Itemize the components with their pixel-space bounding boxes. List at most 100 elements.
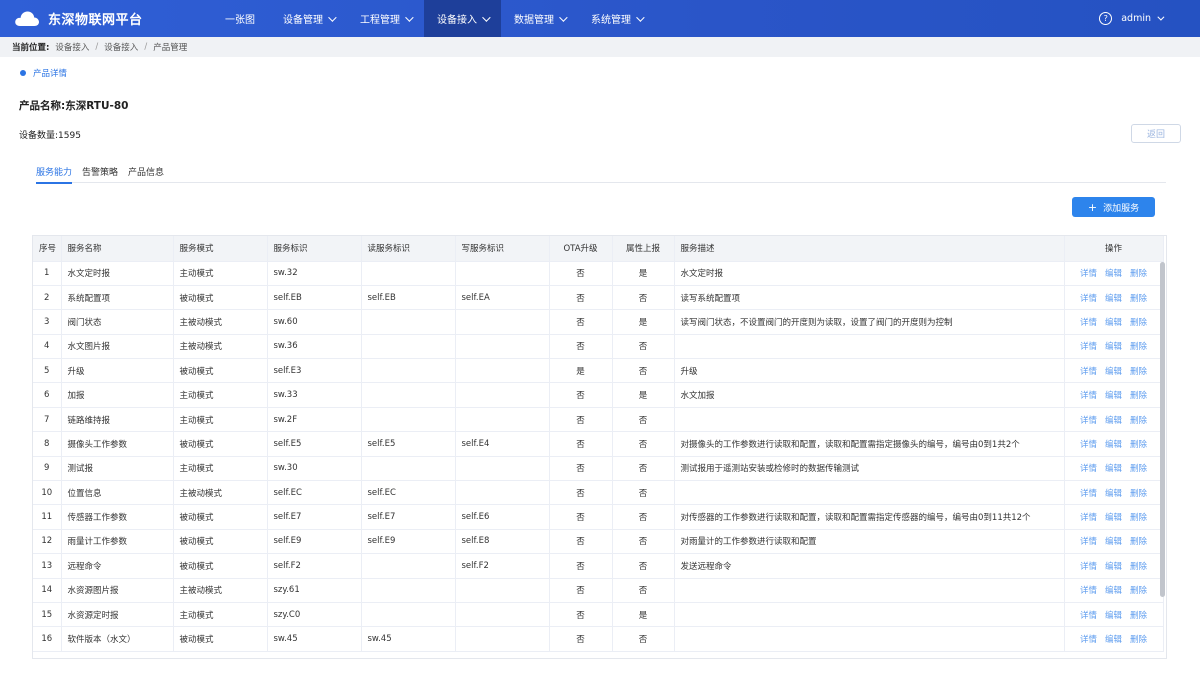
nav-item-5[interactable]: 系统管理 bbox=[578, 0, 655, 37]
edit-link[interactable]: 编辑 bbox=[1105, 292, 1122, 304]
table-cell: self.E4 bbox=[455, 431, 550, 457]
edit-link[interactable]: 编辑 bbox=[1105, 438, 1122, 450]
edit-link[interactable]: 编辑 bbox=[1105, 340, 1122, 352]
edit-link[interactable]: 编辑 bbox=[1105, 267, 1122, 279]
delete-link[interactable]: 删除 bbox=[1130, 389, 1147, 401]
detail-link[interactable]: 详情 bbox=[1080, 560, 1097, 572]
back-button[interactable]: 返回 bbox=[1131, 124, 1181, 143]
detail-link[interactable]: 详情 bbox=[1080, 609, 1097, 621]
table-cell: 升级 bbox=[61, 358, 174, 384]
detail-link[interactable]: 详情 bbox=[1080, 584, 1097, 596]
edit-link[interactable]: 编辑 bbox=[1105, 609, 1122, 621]
detail-link[interactable]: 详情 bbox=[1080, 340, 1097, 352]
table-cell: 水文图片报 bbox=[61, 334, 174, 360]
nav-item-3[interactable]: 设备接入 bbox=[424, 0, 501, 37]
delete-link[interactable]: 删除 bbox=[1130, 487, 1147, 499]
delete-link[interactable]: 删除 bbox=[1130, 633, 1147, 645]
delete-link[interactable]: 删除 bbox=[1130, 340, 1147, 352]
help-icon[interactable]: ? bbox=[1099, 12, 1113, 25]
detail-link[interactable]: 详情 bbox=[1080, 267, 1097, 279]
delete-link[interactable]: 删除 bbox=[1130, 560, 1147, 572]
table-cell: 否 bbox=[549, 626, 613, 652]
delete-link[interactable]: 删除 bbox=[1130, 462, 1147, 474]
table-cell: 被动模式 bbox=[173, 285, 268, 311]
edit-link[interactable]: 编辑 bbox=[1105, 414, 1122, 426]
edit-link[interactable]: 编辑 bbox=[1105, 584, 1122, 596]
table-cell: 11 bbox=[33, 504, 62, 530]
table-cell: 否 bbox=[549, 553, 613, 579]
detail-link[interactable]: 详情 bbox=[1080, 389, 1097, 401]
edit-link[interactable]: 编辑 bbox=[1105, 389, 1122, 401]
edit-link[interactable]: 编辑 bbox=[1105, 535, 1122, 547]
edit-link[interactable]: 编辑 bbox=[1105, 511, 1122, 523]
row-actions: 详情 编辑 删除 bbox=[1071, 316, 1157, 328]
detail-link[interactable]: 详情 bbox=[1080, 316, 1097, 328]
top-nav-bar: 东深物联网平台 一张图 设备管理 工程管理 设备接入 数据管理 系统管理 ? admin bbox=[0, 0, 1200, 37]
edit-link[interactable]: 编辑 bbox=[1105, 462, 1122, 474]
detail-link[interactable]: 详情 bbox=[1080, 292, 1097, 304]
delete-link[interactable]: 删除 bbox=[1130, 438, 1147, 450]
tab-2[interactable]: 产品信息 bbox=[128, 160, 164, 183]
username[interactable]: admin bbox=[1121, 13, 1151, 24]
delete-link[interactable]: 删除 bbox=[1130, 511, 1147, 523]
edit-link[interactable]: 编辑 bbox=[1105, 633, 1122, 645]
table-cell: 14 bbox=[33, 578, 62, 603]
delete-link[interactable]: 删除 bbox=[1130, 609, 1147, 621]
vertical-scrollbar[interactable] bbox=[1160, 262, 1165, 597]
delete-link[interactable]: 删除 bbox=[1130, 316, 1147, 328]
user-area[interactable]: ? admin bbox=[1099, 12, 1200, 25]
table-cell: 传感器工作参数 bbox=[61, 504, 174, 530]
delete-link[interactable]: 删除 bbox=[1130, 535, 1147, 547]
table-cell: 否 bbox=[612, 529, 675, 555]
delete-link[interactable]: 删除 bbox=[1130, 267, 1147, 279]
table-cell: 读写阀门状态，不设置阀门的开度则为读取，设置了阀门的开度则为控制 bbox=[674, 309, 1065, 335]
actions-cell: 详情 编辑 删除 bbox=[1064, 285, 1164, 311]
table-cell: 对摄像头的工作参数进行读取和配置，读取和配置需指定摄像头的编号，编号由0到1共2… bbox=[674, 431, 1065, 457]
row-actions: 详情 编辑 删除 bbox=[1071, 292, 1157, 304]
table-cell: sw.36 bbox=[267, 334, 362, 360]
breadcrumb-item[interactable]: 设备接入 bbox=[55, 41, 89, 53]
detail-link[interactable]: 详情 bbox=[1080, 414, 1097, 426]
tab-0[interactable]: 服务能力 bbox=[36, 160, 73, 184]
nav-item-2[interactable]: 工程管理 bbox=[347, 0, 424, 37]
detail-link[interactable]: 详情 bbox=[1080, 438, 1097, 450]
brand[interactable]: 东深物联网平台 bbox=[0, 9, 210, 28]
detail-link[interactable]: 详情 bbox=[1080, 535, 1097, 547]
breadcrumb-item[interactable]: 设备接入 bbox=[104, 41, 138, 53]
detail-link[interactable]: 详情 bbox=[1080, 487, 1097, 499]
delete-link[interactable]: 删除 bbox=[1130, 292, 1147, 304]
app-name: 东深物联网平台 bbox=[48, 13, 143, 28]
detail-link[interactable]: 详情 bbox=[1080, 462, 1097, 474]
detail-link[interactable]: 详情 bbox=[1080, 633, 1097, 645]
delete-link[interactable]: 删除 bbox=[1130, 414, 1147, 426]
edit-link[interactable]: 编辑 bbox=[1105, 365, 1122, 377]
nav-item-1[interactable]: 设备管理 bbox=[270, 0, 347, 37]
table-cell bbox=[361, 602, 456, 628]
table-cell bbox=[361, 553, 456, 579]
table-row: 9 测试报 主动模式 sw.30 否否测试报用于遥测站安装或检修时的数据传输测试 详情 编辑… bbox=[33, 456, 1164, 482]
table-cell: 13 bbox=[33, 553, 62, 579]
breadcrumb-separator: / bbox=[95, 42, 99, 52]
breadcrumb-item[interactable]: 产品管理 bbox=[153, 41, 187, 53]
nav-item-0[interactable]: 一张图 bbox=[210, 0, 270, 37]
row-actions: 详情 编辑 删除 bbox=[1071, 438, 1157, 450]
delete-link[interactable]: 删除 bbox=[1130, 365, 1147, 377]
column-header: 读服务标识 bbox=[361, 236, 456, 262]
service-table[interactable]: 序号 服务名称 服务模式 服务标识 读服务标识 写服务标识 OTA升级 属性上报 服务描述 操作 … bbox=[32, 235, 1167, 659]
add-service-button[interactable]: + 添加服务 bbox=[1072, 197, 1155, 217]
table-row: 15 水资源定时报 主动模式 szy.C0 否是 详情 编辑 删除 bbox=[33, 602, 1164, 628]
tab-1[interactable]: 告警策略 bbox=[82, 160, 118, 183]
delete-link[interactable]: 删除 bbox=[1130, 584, 1147, 596]
table-header-row: 序号 服务名称 服务模式 服务标识 读服务标识 写服务标识 OTA升级 属性上报 服务描述 操作 bbox=[33, 236, 1164, 262]
breadcrumb-separator: / bbox=[144, 42, 148, 52]
edit-link[interactable]: 编辑 bbox=[1105, 316, 1122, 328]
table-cell: 被动模式 bbox=[173, 504, 268, 530]
detail-link[interactable]: 详情 bbox=[1080, 511, 1097, 523]
edit-link[interactable]: 编辑 bbox=[1105, 487, 1122, 499]
table-row: 4 水文图片报 主被动模式 sw.36 否否 详情 编辑 删除 bbox=[33, 334, 1164, 360]
detail-link[interactable]: 详情 bbox=[1080, 365, 1097, 377]
edit-link[interactable]: 编辑 bbox=[1105, 560, 1122, 572]
table-cell bbox=[674, 578, 1065, 603]
nav-item-4[interactable]: 数据管理 bbox=[501, 0, 578, 37]
table-body: 1 水文定时报 主动模式 sw.32 否是水文定时报 详情 编辑 删除 2 系统配置项 被动模式 se… bbox=[33, 261, 1164, 652]
